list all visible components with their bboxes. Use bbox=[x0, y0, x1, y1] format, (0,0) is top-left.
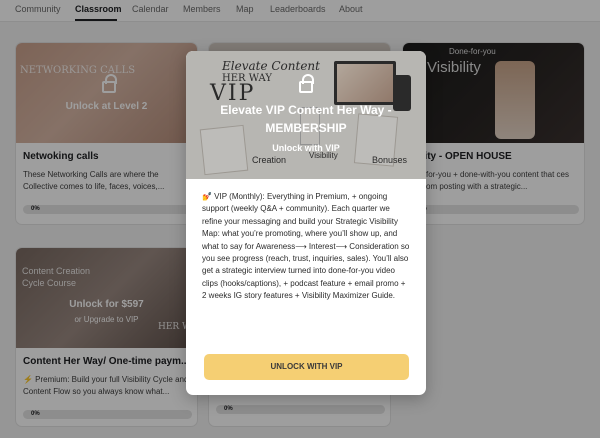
modal-description: 💅 VIP (Monthly): Everything in Premium, … bbox=[202, 192, 410, 301]
unlock-with-vip-button[interactable]: UNLOCK WITH VIP bbox=[204, 354, 409, 380]
unlock-modal: Elevate Content HER WAY VIP Creation Vis… bbox=[186, 51, 426, 395]
lock-icon bbox=[299, 74, 314, 93]
modal-subtitle: Unlock with VIP bbox=[272, 143, 340, 153]
modal-hero-image: Elevate Content HER WAY VIP Creation Vis… bbox=[186, 51, 426, 179]
modal-title: Elevate VIP Content Her Way - MEMBERSHIP bbox=[220, 103, 392, 135]
